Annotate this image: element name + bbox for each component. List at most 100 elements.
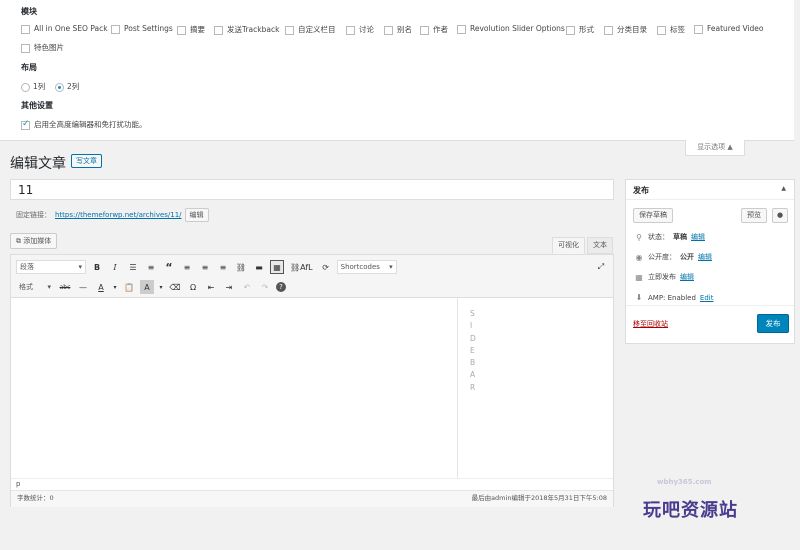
checkbox[interactable] [346,25,355,35]
checkbox[interactable] [420,25,429,35]
afl-link-icon: ⛓ [290,262,301,272]
numbered-list-icon[interactable]: ≡ [144,260,158,274]
checkbox[interactable] [285,25,294,35]
post-editor: 段落 ▾ B I ☰ ≡ “ ≡ ≡ ≡ ⛓ ▬ ▦ ⛓ AfL ⟳ Shortco… [10,254,614,507]
pin-icon: ⚲ [636,232,642,242]
blockquote-icon[interactable]: “ [162,260,176,274]
special-character-icon[interactable]: Ω [186,280,200,294]
dropdown-arrow-icon[interactable]: ▾ [112,280,118,294]
divider [626,305,794,306]
checkbox[interactable] [657,25,666,35]
undo-icon[interactable]: ↶ [240,280,254,294]
screen-options-toggle[interactable]: 显示选项 ▲ [685,140,745,156]
shortcodes-select[interactable]: Shortcodes ▾ [336,260,397,274]
dropdown-arrow-icon: ▾ [47,283,51,291]
option-post-settings[interactable]: Post Settings [111,24,173,34]
amp-edit-link[interactable]: Edit [700,294,714,302]
bold-icon[interactable]: B [90,260,104,274]
radio[interactable] [55,82,64,92]
option-aioseo[interactable]: All in One SEO Pack [21,24,108,34]
edit-visibility-link[interactable]: 编辑 [698,252,712,262]
element-path: p [11,478,613,490]
permalink-edit-button[interactable]: 编辑 [184,208,209,222]
publish-box-header[interactable]: 发布 ▲ [626,180,794,200]
save-draft-button[interactable]: 保存草稿 [633,208,673,223]
move-to-trash-link[interactable]: 移至回收站 [633,319,668,329]
outdent-icon[interactable]: ⇤ [204,280,218,294]
layout-2-columns[interactable]: 2列 [55,81,79,92]
option-format[interactable]: 形式 [566,24,594,35]
screen-options-panel: 模块 All in One SEO Pack Post Settings 摘要 … [0,0,794,141]
option-full-height-editor[interactable]: 启用全高度编辑器和免打扰功能。 [21,119,147,130]
help-icon[interactable]: ? [276,282,286,292]
redo-icon[interactable]: ↷ [258,280,272,294]
editor-content-area[interactable] [11,298,457,478]
option-excerpt[interactable]: 摘要 [177,24,205,35]
checkbox[interactable] [694,24,703,34]
checkbox[interactable] [177,25,186,35]
option-tags[interactable]: 标签 [657,24,685,35]
paste-text-icon[interactable]: 📋 [122,280,136,294]
option-revolution-slider[interactable]: Revolution Slider Options [457,24,565,34]
read-more-icon[interactable]: ▬ [252,260,266,274]
text-color-icon[interactable]: A [94,280,108,294]
option-featured-image[interactable]: 特色图片 [21,42,64,53]
align-right-icon[interactable]: ≡ [216,260,230,274]
option-slug[interactable]: 别名 [384,24,412,35]
permalink-label: 固定链接： [16,211,51,219]
collapse-arrow-icon[interactable]: ▲ [781,185,786,192]
indent-icon[interactable]: ⇥ [222,280,236,294]
align-center-icon[interactable]: ≡ [198,260,212,274]
checkbox[interactable] [21,24,30,34]
toolbar-row-1: 段落 ▾ B I ☰ ≡ “ ≡ ≡ ≡ ⛓ ▬ ▦ ⛓ AfL ⟳ Shortco… [16,259,397,275]
toolbar-toggle-icon[interactable]: ▦ [270,260,284,274]
edit-schedule-link[interactable]: 编辑 [680,272,694,282]
checkbox[interactable] [457,24,466,34]
preview-options-button[interactable]: ● [772,208,788,223]
radio[interactable] [21,82,30,92]
watermark-text: 玩吧资源站 [643,500,738,521]
visibility-row: ◉ 公开度： 公开 编辑 [635,252,713,262]
other-settings-heading: 其他设置 [21,101,53,110]
checkbox[interactable] [111,24,120,34]
clear-formatting-icon[interactable]: ⌫ [168,280,182,294]
link-icon[interactable]: ⛓ [234,260,248,274]
add-new-post-button[interactable]: 写文章 [71,154,102,168]
edit-status-link[interactable]: 编辑 [691,232,705,242]
checkbox[interactable] [21,119,30,130]
preview-button[interactable]: 预览 [741,208,767,223]
layout-heading: 布局 [21,63,37,72]
afl-button[interactable]: ⛓ AfL [288,260,315,274]
option-featured-video[interactable]: Featured Video [694,24,764,34]
checkbox[interactable] [21,43,30,53]
checkbox[interactable] [566,25,575,35]
horizontal-line-icon[interactable]: — [76,280,90,294]
styles-select[interactable]: 格式 ▾ [16,280,54,294]
fullscreen-icon[interactable]: ⤢ [594,260,608,274]
option-custom-fields[interactable]: 自定义栏目 [285,24,336,35]
tab-visual[interactable]: 可视化 [552,237,585,254]
background-color-icon[interactable]: A [140,280,154,294]
permalink-link[interactable]: https://themeforwp.net/archives/11/ [55,211,182,219]
refresh-icon[interactable]: ⟳ [319,260,333,274]
strikethrough-icon[interactable]: abc [58,280,72,294]
post-title-input[interactable]: 11 [10,179,614,200]
align-left-icon[interactable]: ≡ [180,260,194,274]
add-media-button[interactable]: ⧉ 添加媒体 [10,233,58,249]
editor-toolbar: 段落 ▾ B I ☰ ≡ “ ≡ ≡ ≡ ⛓ ▬ ▦ ⛓ AfL ⟳ Shortco… [11,255,613,298]
format-select[interactable]: 段落 ▾ [16,260,86,274]
option-trackback[interactable]: 发送Trackback [214,24,279,35]
bullet-list-icon[interactable]: ☰ [126,260,140,274]
checkbox[interactable] [604,25,613,35]
dropdown-arrow-icon[interactable]: ▾ [158,280,164,294]
checkbox[interactable] [214,25,223,35]
option-author[interactable]: 作者 [420,24,448,35]
layout-1-column[interactable]: 1列 [21,81,45,92]
option-discussion[interactable]: 讨论 [346,24,374,35]
publish-button[interactable]: 发布 [757,314,789,333]
tab-text[interactable]: 文本 [587,237,613,254]
option-categories[interactable]: 分类目录 [604,24,647,35]
italic-icon[interactable]: I [108,260,122,274]
dropdown-arrow-icon: ▾ [78,263,82,271]
checkbox[interactable] [384,25,393,35]
